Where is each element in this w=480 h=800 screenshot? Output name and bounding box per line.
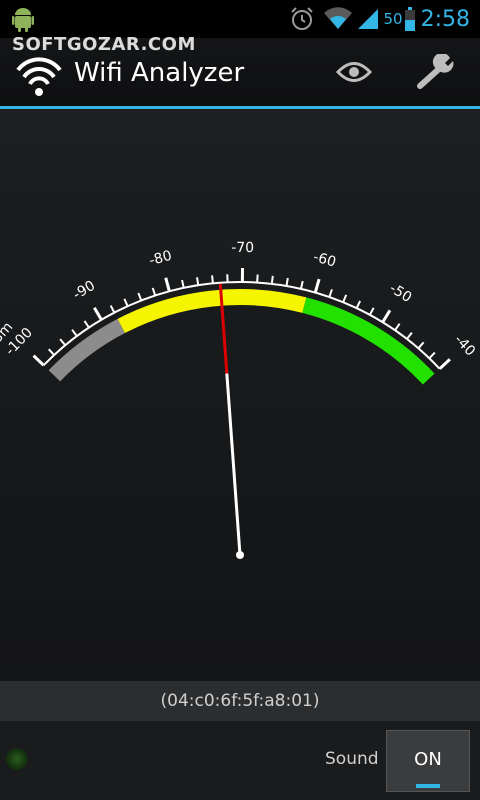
gauge-major-tick	[438, 358, 451, 370]
gauge-minor-tick	[151, 287, 157, 296]
settings-button[interactable]	[408, 48, 468, 96]
gauge-tick-label: -40	[451, 332, 478, 360]
toggle-on-indicator	[416, 784, 440, 788]
ap-mac-address: (04:c0:6f:5f:a8:01)	[0, 681, 480, 721]
watermark: SOFTGOZAR.COM	[12, 34, 196, 55]
wrench-icon	[417, 54, 454, 89]
gauge-minor-tick	[285, 277, 289, 287]
gauge-minor-tick	[137, 292, 143, 301]
gauge-minor-tick	[406, 332, 413, 340]
gauge-needle	[225, 373, 242, 556]
signal-meter-panel: -100 -90 -80 -70 -60 -50 -40 dBm	[0, 109, 480, 681]
gauge-minor-tick	[368, 307, 375, 316]
gauge-needle-pivot	[236, 551, 244, 559]
gauge-minor-tick	[342, 294, 348, 303]
gauge-minor-tick	[328, 289, 333, 298]
gauge-tick-label: -90	[70, 278, 98, 303]
status-bar: 50 2:58	[0, 0, 480, 38]
eye-icon	[336, 62, 372, 82]
gauge-minor-tick	[47, 348, 55, 356]
app-title: Wifi Analyzer	[74, 58, 245, 88]
gauge-major-tick	[313, 278, 321, 293]
battery-icon	[404, 7, 415, 31]
gauge-minor-tick	[83, 320, 90, 329]
gauge-minor-tick	[417, 341, 425, 349]
gauge-minor-tick	[181, 279, 185, 289]
gauge-major-tick	[32, 354, 45, 367]
gauge-zone-1	[48, 318, 126, 382]
gauge-minor-tick	[211, 275, 214, 284]
gauge-minor-tick	[256, 274, 259, 283]
gauge-tick-label: -50	[386, 280, 414, 306]
gauge-minor-tick	[196, 277, 200, 286]
gauge-major-tick	[164, 277, 171, 292]
gauge-minor-tick	[123, 298, 129, 307]
sound-label: Sound	[325, 749, 379, 769]
alarm-icon	[290, 7, 313, 30]
gauge-major-tick	[93, 306, 103, 321]
android-icon	[12, 8, 34, 32]
view-button[interactable]	[326, 48, 382, 96]
status-time: 2:58	[420, 6, 470, 32]
battery-level-text: 50	[383, 10, 403, 28]
signal-led-indicator	[6, 748, 28, 770]
sound-toggle-button[interactable]: ON	[386, 730, 470, 792]
gauge-minor-tick	[355, 300, 361, 309]
signal-icon	[357, 9, 378, 29]
gauge-minor-tick	[59, 338, 67, 346]
gauge-major-tick	[381, 309, 392, 324]
gauge-minor-tick	[299, 280, 304, 290]
wifi-analyzer-logo-icon	[16, 57, 62, 96]
bottom-bar: Sound ON	[0, 721, 480, 800]
gauge-tick-label: -70	[231, 240, 254, 256]
gauge-tick-label: -80	[147, 248, 173, 269]
gauge-minor-tick	[109, 305, 116, 314]
wifi-icon	[323, 7, 352, 30]
gauge-minor-tick	[270, 275, 274, 284]
signal-gauge: -100-90-80 -70-60-50-40dBm	[0, 240, 478, 559]
gauge-zone-2	[117, 289, 307, 334]
gauge-minor-tick	[71, 329, 78, 337]
gauge-tick-label: -60	[311, 249, 337, 271]
gauge-minor-tick	[394, 323, 401, 331]
gauge-minor-tick	[428, 351, 436, 359]
